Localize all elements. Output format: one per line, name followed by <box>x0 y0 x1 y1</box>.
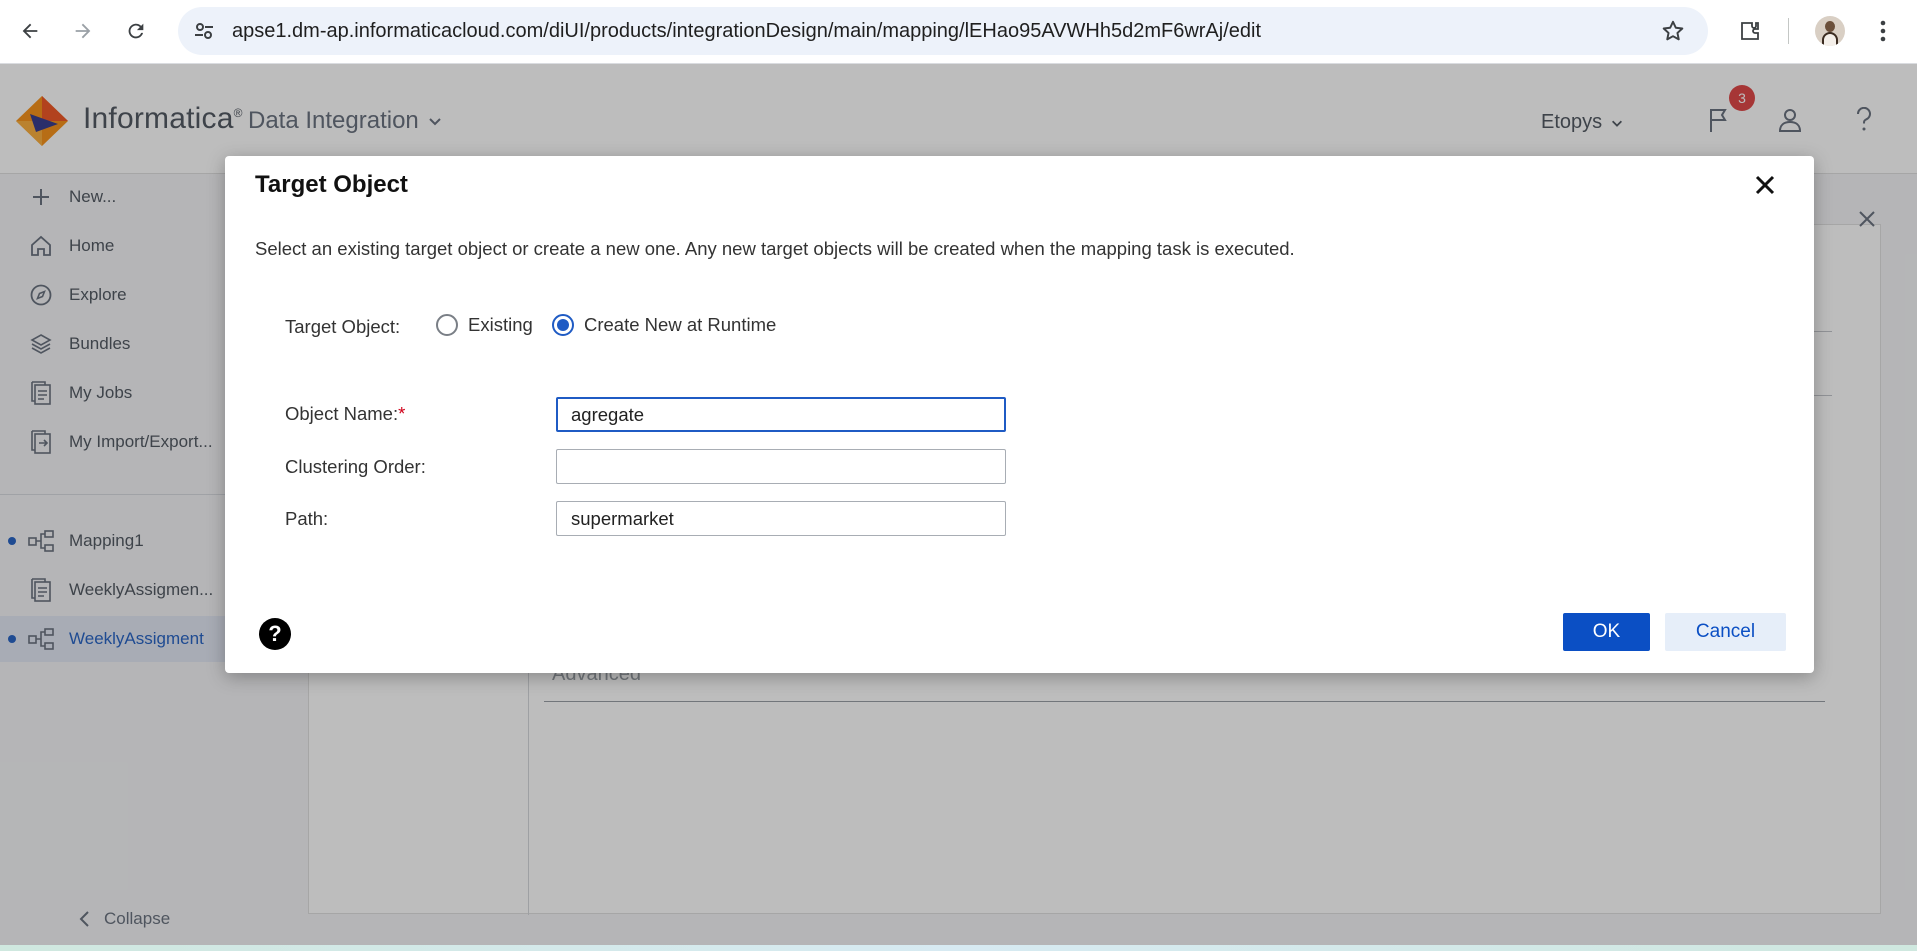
clustering-order-input[interactable] <box>556 449 1006 484</box>
path-label: Path: <box>285 508 329 529</box>
toolbar-divider <box>1788 18 1789 44</box>
forward-button[interactable] <box>64 12 102 50</box>
dialog-title: Target Object <box>255 171 408 198</box>
back-arrow-icon <box>22 23 38 39</box>
reload-button[interactable] <box>117 12 155 50</box>
help-icon[interactable]: ? <box>259 618 291 650</box>
forward-arrow-icon <box>75 23 91 39</box>
path-input[interactable] <box>556 501 1006 536</box>
puzzle-icon <box>1741 22 1759 40</box>
radio-existing-label: Existing <box>468 314 533 335</box>
ok-button[interactable]: OK <box>1563 613 1650 651</box>
radio-existing[interactable]: Existing <box>436 314 533 336</box>
back-button[interactable] <box>11 12 49 50</box>
clustering-order-label: Clustering Order: <box>285 456 426 477</box>
avatar-body <box>1822 32 1838 46</box>
profile-avatar[interactable] <box>1815 16 1845 46</box>
dialog-description: Select an existing target object or crea… <box>255 238 1295 259</box>
browser-toolbar: apse1.dm-ap.informaticacloud.com/diUI/pr… <box>0 0 1917 64</box>
object-name-label: Object Name:* <box>285 403 406 424</box>
radio-existing-circle[interactable] <box>436 314 458 336</box>
dialog-close-button[interactable] <box>1749 169 1781 201</box>
url-text: apse1.dm-ap.informaticacloud.com/diUI/pr… <box>232 20 1262 42</box>
address-bar[interactable]: apse1.dm-ap.informaticacloud.com/diUI/pr… <box>178 7 1708 55</box>
target-object-label: Target Object: <box>285 316 401 337</box>
radio-create-new-circle[interactable] <box>552 314 574 336</box>
radio-create-new-at-runtime[interactable]: Create New at Runtime <box>552 314 776 336</box>
cancel-button[interactable]: Cancel <box>1665 613 1786 651</box>
close-icon <box>1755 175 1775 195</box>
reload-icon <box>128 23 144 39</box>
object-name-input[interactable] <box>556 397 1006 432</box>
radio-create-new-label: Create New at Runtime <box>584 314 777 335</box>
avatar-head <box>1825 21 1835 32</box>
extensions-button[interactable] <box>1731 12 1769 50</box>
site-settings-icon[interactable] <box>192 19 216 48</box>
target-object-dialog: Target Object Select an existing target … <box>225 156 1814 673</box>
browser-menu-button[interactable] <box>1864 12 1902 50</box>
kebab-menu-icon <box>1880 20 1886 42</box>
bottom-strip <box>0 945 1917 951</box>
required-asterisk: * <box>398 403 406 424</box>
bookmark-star-icon[interactable] <box>1660 18 1686 49</box>
